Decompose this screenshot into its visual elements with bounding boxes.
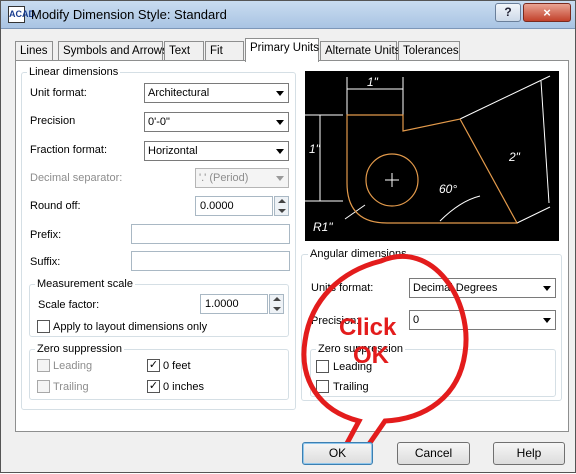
angular-precision-select[interactable]: 0 bbox=[409, 310, 556, 330]
decimal-separator-label: Decimal separator: bbox=[30, 172, 123, 184]
ok-button[interactable]: OK bbox=[302, 442, 373, 465]
fraction-format-label: Fraction format: bbox=[30, 144, 108, 156]
tab-alternate-units[interactable]: Alternate Units bbox=[320, 41, 400, 60]
prefix-label: Prefix: bbox=[30, 229, 62, 241]
precision-select[interactable]: 0'-0" bbox=[144, 112, 289, 132]
preview-dim-top: 1" bbox=[367, 75, 379, 89]
suffix-input[interactable] bbox=[131, 251, 290, 271]
angular-trailing-label: Trailing bbox=[333, 381, 369, 393]
window-title: Modify Dimension Style: Standard bbox=[31, 7, 227, 22]
leading-checkbox[interactable] bbox=[37, 359, 50, 372]
zero-feet-label: 0 feet bbox=[163, 360, 191, 372]
angular-trailing-checkbox[interactable] bbox=[316, 380, 329, 393]
preview-dim-right: 2" bbox=[508, 150, 521, 164]
scale-factor-label: Scale factor: bbox=[38, 299, 100, 311]
round-off-spinner[interactable] bbox=[274, 196, 289, 216]
preview-dim-left: 1" bbox=[309, 142, 321, 156]
apply-layout-label: Apply to layout dimensions only bbox=[53, 321, 208, 333]
chevron-down-icon bbox=[276, 91, 284, 96]
autocad-app-icon: ACAD bbox=[8, 6, 35, 23]
callout-ok-text: OK bbox=[353, 342, 389, 369]
tab-fit[interactable]: Fit bbox=[205, 41, 244, 60]
angular-precision-value: 0 bbox=[413, 314, 420, 326]
chevron-down-icon bbox=[276, 176, 284, 181]
leading-label: Leading bbox=[53, 360, 93, 372]
prefix-input[interactable] bbox=[131, 224, 290, 244]
tab-lines[interactable]: Lines bbox=[15, 41, 53, 60]
tab-symbols-and-arrows[interactable]: Symbols and Arrows bbox=[58, 41, 168, 60]
decimal-separator-select[interactable]: '.' (Period) bbox=[195, 168, 289, 188]
angular-dimensions-title: Angular dimensions bbox=[308, 248, 409, 260]
trailing-label: Trailing bbox=[53, 381, 89, 393]
round-off-label: Round off: bbox=[30, 200, 81, 212]
dialog-window: ACAD Modify Dimension Style: Standard ? … bbox=[0, 0, 576, 473]
round-off-input[interactable]: 0.0000 bbox=[195, 196, 273, 216]
zero-inches-checkbox[interactable]: ✓ bbox=[147, 380, 160, 393]
zero-suppression-linear-title: Zero suppression bbox=[35, 343, 124, 355]
fraction-format-select[interactable]: Horizontal bbox=[144, 141, 289, 161]
tab-tolerances[interactable]: Tolerances bbox=[398, 41, 460, 60]
tab-text[interactable]: Text bbox=[164, 41, 204, 60]
preview-angle: 60° bbox=[439, 182, 457, 196]
spin-up-icon bbox=[273, 297, 281, 301]
checkmark-icon: ✓ bbox=[148, 380, 159, 392]
spin-down-icon bbox=[273, 307, 281, 311]
callout-click-text: Click bbox=[339, 314, 397, 341]
help-title-button[interactable]: ? bbox=[495, 3, 521, 22]
measurement-scale-title: Measurement scale bbox=[35, 278, 135, 290]
checkmark-icon: ✓ bbox=[148, 359, 159, 371]
chevron-down-icon bbox=[543, 286, 551, 291]
close-button[interactable]: × bbox=[523, 3, 571, 22]
angular-units-format-select[interactable]: Decimal Degrees bbox=[409, 278, 556, 298]
linear-dimensions-title: Linear dimensions bbox=[27, 66, 121, 78]
spin-down-icon bbox=[278, 209, 286, 213]
unit-format-label: Unit format: bbox=[30, 87, 87, 99]
dimension-preview: 1" 1" 2" 60° R1" bbox=[305, 71, 559, 241]
angular-leading-checkbox[interactable] bbox=[316, 360, 329, 373]
apply-layout-checkbox[interactable] bbox=[37, 320, 50, 333]
unit-format-select[interactable]: Architectural bbox=[144, 83, 289, 103]
zero-feet-checkbox[interactable]: ✓ bbox=[147, 359, 160, 372]
precision-value: 0'-0" bbox=[148, 116, 170, 128]
help-button[interactable]: Help bbox=[493, 442, 565, 465]
spin-up-icon bbox=[278, 199, 286, 203]
units-format-label: Units format: bbox=[311, 282, 374, 294]
title-bar: ACAD Modify Dimension Style: Standard ? … bbox=[1, 1, 575, 29]
zero-inches-label: 0 inches bbox=[163, 381, 204, 393]
scale-factor-spinner[interactable] bbox=[269, 294, 284, 314]
angular-units-format-value: Decimal Degrees bbox=[413, 282, 498, 294]
fraction-format-value: Horizontal bbox=[148, 145, 198, 157]
chevron-down-icon bbox=[543, 318, 551, 323]
scale-factor-input[interactable]: 1.0000 bbox=[200, 294, 268, 314]
decimal-separator-value: '.' (Period) bbox=[199, 172, 249, 184]
unit-format-value: Architectural bbox=[148, 87, 210, 99]
cancel-button[interactable]: Cancel bbox=[397, 442, 470, 465]
tab-primary-units[interactable]: Primary Units bbox=[245, 38, 319, 62]
suffix-label: Suffix: bbox=[30, 256, 61, 268]
trailing-checkbox[interactable] bbox=[37, 380, 50, 393]
chevron-down-icon bbox=[276, 149, 284, 154]
preview-radius: R1" bbox=[313, 220, 333, 234]
chevron-down-icon bbox=[276, 120, 284, 125]
precision-label: Precision bbox=[30, 115, 76, 127]
preview-drawing: 1" 1" 2" 60° R1" bbox=[305, 75, 551, 234]
